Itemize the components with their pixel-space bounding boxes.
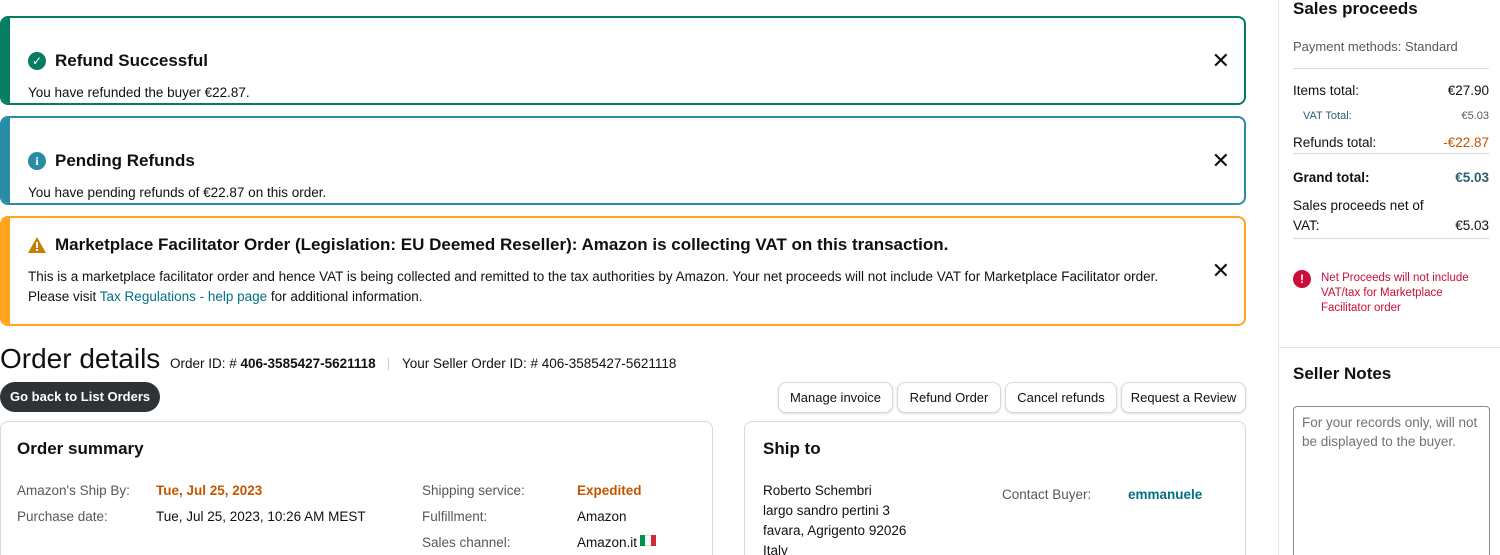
ship-by-value: Tue, Jul 25, 2023 [156,483,263,498]
divider [1293,153,1489,154]
purchase-date-label: Purchase date: [17,509,108,524]
grand-total-label: Grand total: [1293,170,1370,185]
refund-successful-alert: ✓ Refund Successful You have refunded th… [0,16,1246,105]
refund-successful-body: You have refunded the buyer €22.87. [28,85,250,100]
shipping-service-value: Expedited [577,483,642,498]
items-total-label: Items total: [1293,83,1360,98]
order-id-value: 406-3585427-5621118 [240,356,376,371]
facilitator-text-end: for additional information. [267,289,423,304]
italy-flag-icon [640,535,657,546]
warning-triangle-icon [28,237,46,253]
close-icon[interactable]: ✕ [1212,260,1230,282]
divider [388,358,390,371]
error-circle-icon: ! [1293,270,1311,288]
refunds-total-label: Refunds total: [1293,135,1377,150]
ship-to-title: Ship to [763,439,821,458]
net-proceeds-label: Sales proceeds net of [1293,198,1424,213]
check-circle-icon: ✓ [28,52,46,70]
pending-refunds-title: Pending Refunds [55,151,195,170]
vat-total-row: VAT Total: €5.03 [1293,110,1489,122]
items-total-value: €27.90 [1447,83,1489,98]
fulfillment-label: Fulfillment: [422,509,488,524]
fulfillment-value: Amazon [577,509,627,524]
seller-notes-input[interactable] [1293,406,1490,555]
address-line-1: largo sandro pertini 3 [763,503,890,518]
purchase-date-value: Tue, Jul 25, 2023, 10:26 AM MEST [156,509,366,524]
net-proceeds-value: €5.03 [1455,218,1489,233]
go-back-button[interactable]: Go back to List Orders [0,382,161,412]
order-id-label: Order ID: # [170,356,241,371]
marketplace-facilitator-alert: Marketplace Facilitator Order (Legislati… [0,216,1246,326]
facilitator-body: This is a marketplace facilitator order … [28,267,1198,307]
cancel-refunds-button[interactable]: Cancel refunds [1005,382,1117,413]
grand-total-row: Grand total: €5.03 [1293,170,1489,185]
divider [1293,68,1489,69]
seller-order-id: Your Seller Order ID: # 406-3585427-5621… [401,356,677,371]
page-title: Order details [0,343,161,374]
seller-notes-title: Seller Notes [1293,364,1392,383]
alert-title: i Pending Refunds [28,151,195,171]
items-total-row: Items total: €27.90 [1293,83,1489,98]
alert-accent-bar [2,18,10,103]
section-divider [1279,347,1500,348]
payment-methods: Payment methods: Standard [1293,39,1458,54]
divider [1293,238,1489,239]
net-proceeds-row: Sales proceeds net of VAT: €5.03 [1293,196,1489,236]
pending-refunds-body: You have pending refunds of €22.87 on th… [28,185,327,200]
ship-by-label: Amazon's Ship By: [17,483,130,498]
alert-title: ✓ Refund Successful [28,51,208,71]
contact-buyer-label: Contact Buyer: [1002,487,1092,502]
address-line-2: favara, Agrigento 92026 [763,523,907,538]
contact-buyer-link[interactable]: emmanuele [1128,487,1202,502]
close-icon[interactable]: ✕ [1212,50,1230,72]
ship-to-card: Ship to Roberto Schembri largo sandro pe… [744,421,1246,555]
order-summary-card: Order summary Amazon's Ship By: Tue, Jul… [0,421,713,555]
refunds-total-value: -€22.87 [1443,135,1489,150]
refunds-total-row: Refunds total: -€22.87 [1293,135,1489,150]
net-proceeds-warning-text: Net Proceeds will not include VAT/tax fo… [1321,272,1469,314]
recipient-name: Roberto Schembri [763,483,872,498]
alert-accent-bar [2,118,10,203]
alert-accent-bar [2,218,10,324]
sales-proceeds-title: Sales proceeds [1293,0,1418,18]
order-summary-title: Order summary [17,439,144,458]
close-icon[interactable]: ✕ [1212,150,1230,172]
right-sidebar: Sales proceeds Payment methods: Standard… [1278,0,1500,555]
refund-successful-title: Refund Successful [55,51,209,70]
pending-refunds-alert: i Pending Refunds You have pending refun… [0,116,1246,205]
sales-channel-label: Sales channel: [422,535,511,550]
vat-total-label: VAT Total: [1303,110,1352,122]
facilitator-title: Marketplace Facilitator Order (Legislati… [55,235,949,254]
order-id-meta: Order ID: # 406-3585427-5621118 Your Sel… [170,356,676,371]
request-review-button[interactable]: Request a Review [1121,382,1246,413]
manage-invoice-button[interactable]: Manage invoice [778,382,893,413]
refund-order-button[interactable]: Refund Order [897,382,1001,413]
vat-total-value: €5.03 [1461,110,1489,122]
alert-title: Marketplace Facilitator Order (Legislati… [28,235,948,255]
shipping-service-label: Shipping service: [422,483,525,498]
tax-regulations-link[interactable]: Tax Regulations - help page [100,289,267,304]
sales-channel-value: Amazon.it [577,535,657,550]
grand-total-value: €5.03 [1455,170,1489,185]
address-country: Italy [763,543,788,555]
sales-channel-text: Amazon.it [577,535,638,550]
info-circle-icon: i [28,152,46,170]
